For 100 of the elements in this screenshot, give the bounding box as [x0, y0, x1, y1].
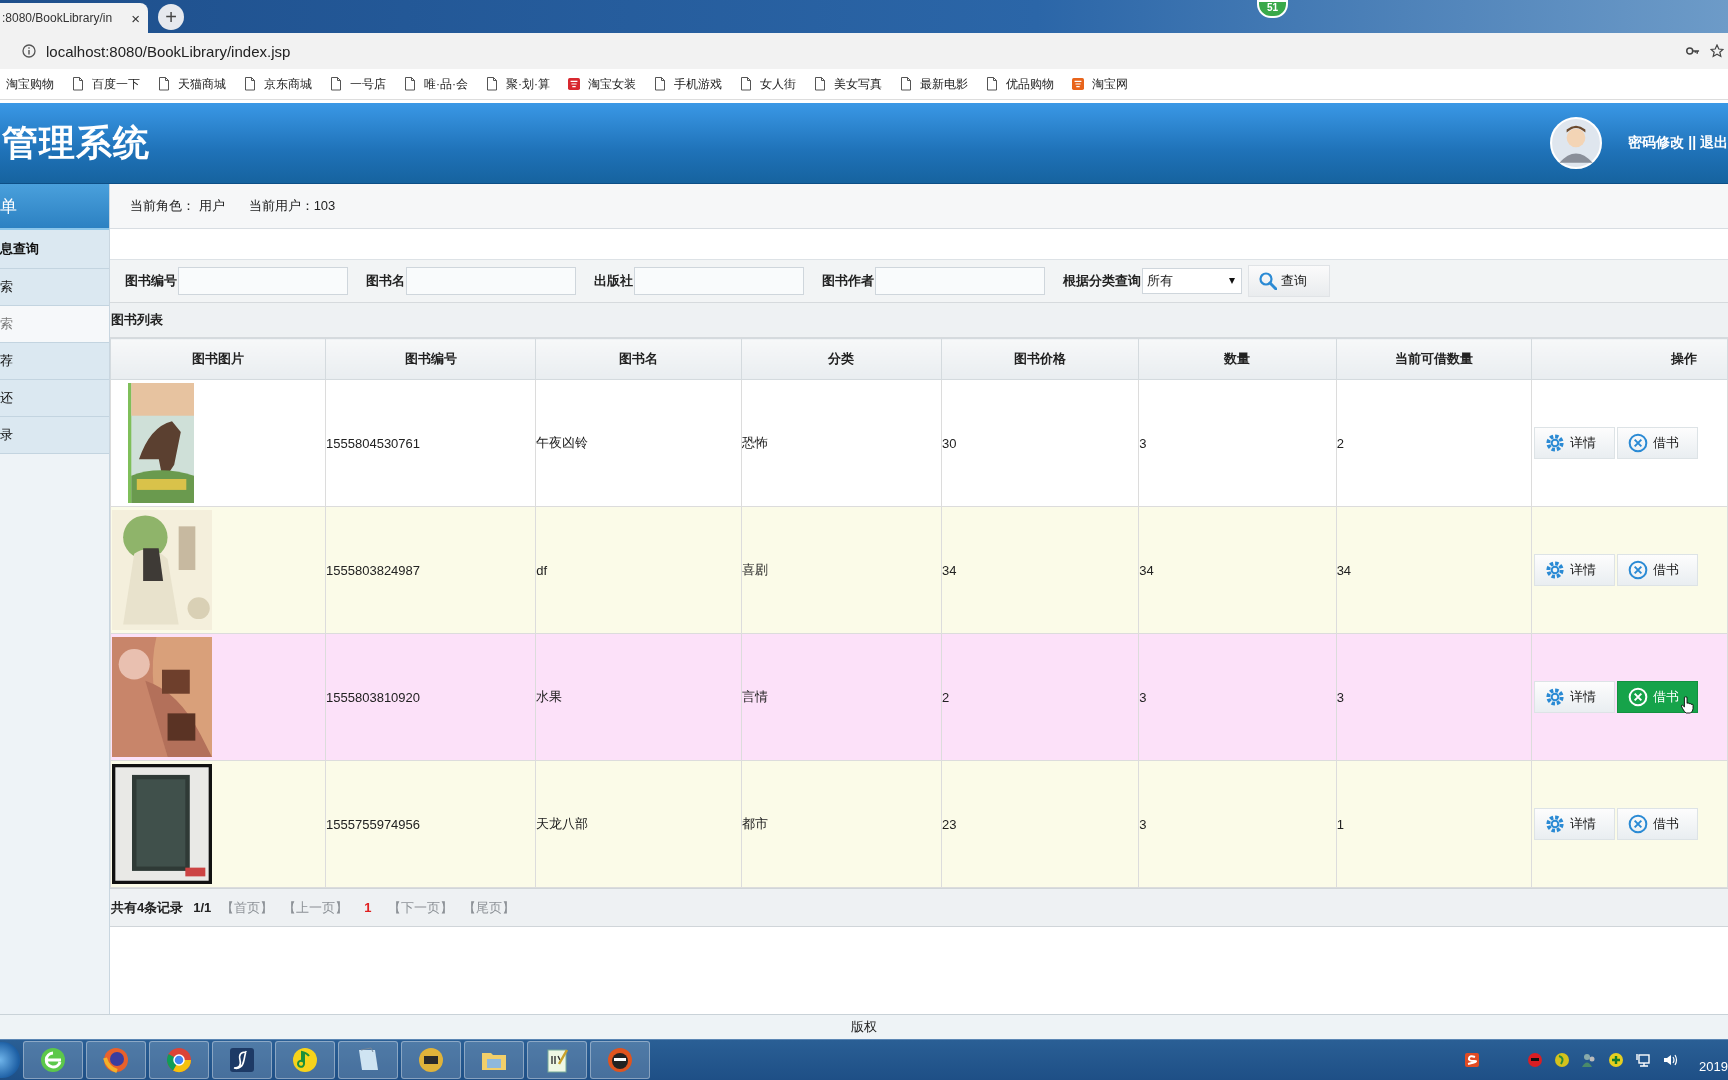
sidebar-item[interactable]: 索 [0, 306, 109, 343]
table-cell: 3 [1336, 633, 1532, 761]
sidebar-title: 单 [0, 184, 109, 230]
taskbar-button[interactable] [23, 1041, 83, 1079]
page-icon [404, 77, 416, 91]
shop-icon [568, 77, 580, 91]
column-header: 图书编号 [325, 338, 536, 380]
page-icon [900, 77, 912, 91]
taskbar-button[interactable] [590, 1041, 650, 1079]
borrow-button[interactable]: 借书 [1617, 427, 1699, 459]
gear-icon [1545, 560, 1566, 580]
borrow-button[interactable]: 借书 [1617, 808, 1699, 840]
bookmark-item[interactable]: 优品购物 [986, 75, 1054, 93]
gear-icon [1545, 687, 1566, 707]
column-header: 当前可借数量 [1336, 338, 1532, 380]
input-field[interactable] [178, 267, 348, 295]
table-cell: 1555803810920 [325, 633, 536, 761]
clock-text[interactable]: 2019 [1699, 1058, 1728, 1074]
page-icon [486, 77, 498, 91]
sidebar-item[interactable]: 还 [0, 380, 109, 417]
category-dropdown[interactable]: 所有 [1142, 268, 1242, 294]
table-cell: 天龙八部 [535, 760, 742, 888]
bookmark-item[interactable]: 最新电影 [900, 75, 968, 93]
detail-button[interactable]: 详情 [1534, 554, 1616, 586]
plus-icon[interactable] [1608, 1052, 1625, 1068]
record-count: 1/1 [193, 900, 212, 915]
close-circle-icon [1628, 433, 1649, 453]
sidebar-item[interactable]: 息查询 [0, 230, 109, 269]
bookmark-item[interactable]: 唯·品·会 [404, 75, 468, 93]
bookmark-item[interactable]: 手机游戏 [654, 75, 722, 93]
filter-label: 根据分类查询 [1063, 272, 1141, 290]
detail-button[interactable]: 详情 [1534, 681, 1616, 713]
table-cell: 午夜凶铃 [535, 379, 742, 507]
table-cell: 3 [1138, 633, 1337, 761]
input-field[interactable] [634, 267, 804, 295]
filter-label: 图书名 [366, 272, 405, 290]
page-icon [740, 77, 752, 91]
bookmark-item[interactable]: 淘宝购物 [6, 75, 54, 93]
bookmark-item[interactable]: 百度一下 [72, 75, 140, 93]
bookmark-item[interactable]: 聚·划·算 [486, 75, 550, 93]
sidebar-item[interactable]: 索 [0, 269, 109, 306]
table-cell: 2 [941, 633, 1139, 761]
input-field[interactable] [406, 267, 576, 295]
detail-button[interactable]: 详情 [1534, 427, 1616, 459]
column-header: 图书图片 [110, 338, 326, 380]
star-icon[interactable] [1710, 44, 1724, 58]
table-cell: 1555804530761 [325, 379, 536, 507]
close-circle-icon [1628, 560, 1649, 580]
close-circle-icon [1628, 687, 1649, 707]
system-title: 管理系统 [1, 120, 150, 165]
bookmark-item[interactable]: 淘宝网 [1072, 75, 1128, 93]
bookmark-item[interactable]: 美女写真 [814, 75, 882, 93]
address-field[interactable]: localhost:8080/BookLibrary/index.jsp [46, 42, 291, 60]
gear-icon [1545, 814, 1566, 834]
taskbar-button[interactable] [527, 1041, 587, 1079]
app-icon[interactable] [1527, 1052, 1544, 1068]
detail-button[interactable]: 详情 [1534, 808, 1616, 840]
borrow-button[interactable]: 借书 [1617, 554, 1699, 586]
gear-icon [1545, 433, 1566, 453]
table-cell: 23 [941, 760, 1139, 888]
app-icon[interactable] [1554, 1052, 1571, 1068]
page-icon [158, 77, 170, 91]
search-button[interactable]: 查询 [1248, 265, 1330, 297]
taskbar-button[interactable] [338, 1041, 398, 1079]
bookmark-item[interactable]: 一号店 [330, 75, 386, 93]
filter-label: 图书作者 [822, 272, 874, 290]
input-field[interactable] [875, 267, 1045, 295]
page-icon [986, 77, 998, 91]
input-method-icon[interactable] [1464, 1052, 1481, 1068]
sidebar-item[interactable]: 录 [0, 417, 109, 454]
network-icon[interactable] [1635, 1052, 1652, 1068]
sidebar-item[interactable]: 荐 [0, 343, 109, 380]
search-icon [1259, 272, 1277, 290]
notification-badge: 51 [1256, 0, 1288, 18]
page-link[interactable]: 1 [358, 900, 378, 915]
taskbar-button[interactable] [401, 1041, 461, 1079]
table-cell: 1555755974956 [325, 760, 536, 888]
copyright-text: 版权 [0, 1014, 1728, 1039]
table-cell: 水果 [535, 633, 742, 761]
filter-label: 出版社 [594, 272, 633, 290]
browser-tab[interactable]: :8080/BookLibrary/in × [0, 3, 148, 33]
taskbar-button[interactable] [86, 1041, 146, 1079]
bookmark-item[interactable]: 京东商城 [244, 75, 312, 93]
info-icon[interactable] [22, 44, 36, 58]
key-icon[interactable] [1686, 44, 1700, 58]
bookmark-item[interactable]: 女人街 [740, 75, 796, 93]
user-text: 当前用户：103 [248, 197, 336, 215]
volume-icon[interactable] [1662, 1052, 1679, 1068]
bookmark-item[interactable]: 天猫商城 [158, 75, 226, 93]
account-links[interactable]: 密码修改 || 退出 [1628, 134, 1728, 152]
column-header: 图书价格 [941, 338, 1139, 380]
bookmark-item[interactable]: 淘宝女装 [568, 75, 636, 93]
taskbar-button[interactable] [212, 1041, 272, 1079]
column-header: 分类 [741, 338, 942, 380]
table-cell: 1555803824987 [325, 506, 536, 634]
caret-icon [1229, 278, 1235, 284]
close-button[interactable]: × [131, 9, 140, 27]
new-tab-button[interactable]: + [158, 4, 184, 30]
table-cell: 恐怖 [741, 379, 942, 507]
start-button[interactable] [0, 1042, 20, 1078]
